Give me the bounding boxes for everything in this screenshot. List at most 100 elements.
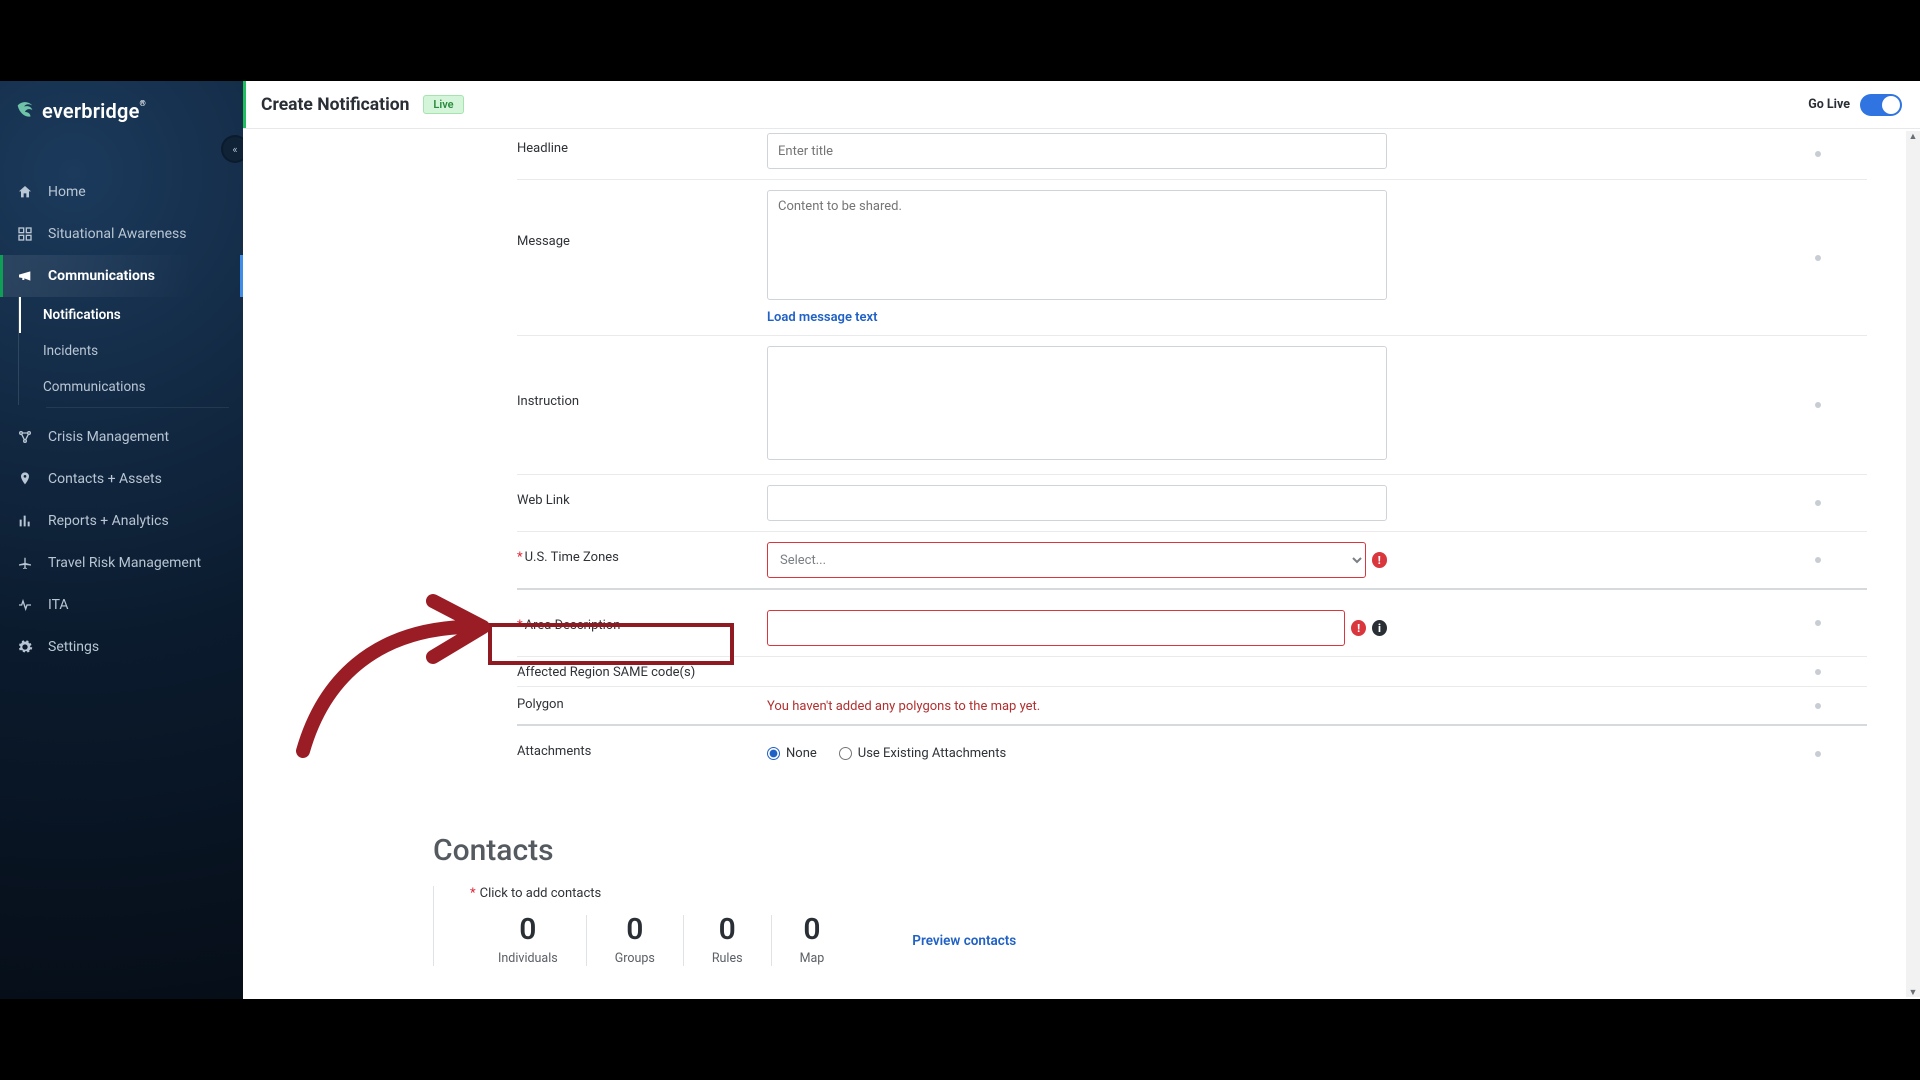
row-status-dot — [1815, 557, 1821, 563]
chart-icon — [16, 512, 34, 530]
nav-label: Reports + Analytics — [48, 513, 169, 529]
message-label: Message — [517, 234, 570, 249]
headline-input[interactable] — [767, 133, 1387, 169]
pulse-icon — [16, 596, 34, 614]
sidebar-item-situational[interactable]: Situational Awareness — [0, 213, 243, 255]
timezones-select[interactable]: Select... — [767, 542, 1366, 578]
stat-label: Map — [800, 951, 825, 966]
row-status-dot — [1815, 151, 1821, 157]
same-codes-label: Affected Region SAME code(s) — [517, 665, 695, 680]
load-message-link[interactable]: Load message text — [767, 310, 877, 325]
message-textarea[interactable] — [767, 190, 1387, 300]
nav-label: Home — [48, 184, 86, 200]
weblink-input[interactable] — [767, 485, 1387, 521]
sidebar-item-crisis[interactable]: Crisis Management — [0, 416, 243, 458]
top-bar: Create Notification Live Go Live — [243, 81, 1920, 129]
scrollbar[interactable]: ▲ ▼ — [1906, 129, 1920, 999]
nav-label: Crisis Management — [48, 429, 169, 445]
nav-label: Settings — [48, 639, 99, 655]
nav-label: Travel Risk Management — [48, 555, 201, 571]
sidebar-sub-communications[interactable]: Communications — [19, 369, 243, 405]
stat-rules[interactable]: 0 Rules — [684, 915, 772, 966]
sidebar-sub-incidents[interactable]: Incidents — [19, 333, 243, 369]
nav-label: Notifications — [43, 307, 121, 323]
attachments-existing-option[interactable]: Use Existing Attachments — [839, 746, 1006, 761]
go-live-toggle[interactable] — [1860, 94, 1902, 116]
sidebar-item-contacts[interactable]: Contacts + Assets — [0, 458, 243, 500]
contacts-section: Contacts Click to add contacts 0 Individ… — [433, 833, 1920, 966]
row-status-dot — [1815, 751, 1821, 757]
instruction-textarea[interactable] — [767, 346, 1387, 460]
brand-name: everbridge® — [42, 99, 146, 123]
row-status-dot — [1815, 620, 1821, 626]
app-window: everbridge® « Home Situational Awareness… — [0, 81, 1920, 999]
instruction-label: Instruction — [517, 394, 579, 409]
attachments-none-radio[interactable] — [767, 747, 780, 760]
live-badge: Live — [423, 95, 463, 114]
stat-label: Rules — [712, 951, 743, 966]
weblink-label: Web Link — [517, 493, 570, 508]
scroll-down-icon[interactable]: ▼ — [1908, 987, 1918, 997]
stat-label: Groups — [615, 951, 655, 966]
stat-value: 0 — [498, 915, 558, 945]
row-status-dot — [1815, 500, 1821, 506]
row-status-dot — [1815, 402, 1821, 408]
nav-label: Communications — [43, 379, 146, 395]
nav-label: Incidents — [43, 343, 98, 359]
sidebar-item-home[interactable]: Home — [0, 171, 243, 213]
radio-label: Use Existing Attachments — [858, 746, 1006, 761]
row-status-dot — [1815, 255, 1821, 261]
attachments-existing-radio[interactable] — [839, 747, 852, 760]
dashboard-icon — [16, 225, 34, 243]
row-status-dot — [1815, 703, 1821, 709]
stat-value: 0 — [800, 915, 825, 945]
scroll-up-icon[interactable]: ▲ — [1908, 131, 1918, 141]
go-live-label: Go Live — [1808, 97, 1850, 112]
gear-icon — [16, 638, 34, 656]
preview-contacts-link[interactable]: Preview contacts — [912, 933, 1016, 949]
stat-groups[interactable]: 0 Groups — [587, 915, 684, 966]
error-icon: ! — [1351, 620, 1366, 636]
stat-map[interactable]: 0 Map — [772, 915, 853, 966]
notification-form: Headline Message Load message text — [517, 129, 1867, 781]
contacts-hint: Click to add contacts — [470, 886, 601, 901]
sidebar-nav: Home Situational Awareness Communication… — [0, 171, 243, 668]
sidebar-item-reports[interactable]: Reports + Analytics — [0, 500, 243, 542]
sidebar-item-settings[interactable]: Settings — [0, 626, 243, 668]
contacts-heading: Contacts — [433, 833, 1920, 868]
area-label: Area Description — [517, 618, 620, 633]
nav-label: Situational Awareness — [48, 226, 187, 242]
sidebar-item-ita[interactable]: ITA — [0, 584, 243, 626]
info-icon[interactable]: i — [1372, 620, 1387, 636]
error-icon: ! — [1372, 552, 1387, 568]
network-icon — [16, 428, 34, 446]
nav-label: Contacts + Assets — [48, 471, 162, 487]
sidebar-sub-notifications[interactable]: Notifications — [19, 297, 243, 333]
megaphone-icon — [16, 267, 34, 285]
stat-value: 0 — [712, 915, 743, 945]
brand-logo: everbridge® — [0, 81, 243, 133]
radio-label: None — [786, 746, 817, 761]
page-title: Create Notification — [261, 95, 409, 115]
polygon-label: Polygon — [517, 697, 564, 712]
plane-icon — [16, 554, 34, 572]
sidebar-sub-communications: Notifications Incidents Communications — [18, 297, 243, 405]
attachments-none-option[interactable]: None — [767, 746, 817, 761]
content-area: Headline Message Load message text — [243, 129, 1920, 999]
stat-value: 0 — [615, 915, 655, 945]
home-icon — [16, 183, 34, 201]
sidebar-item-communications[interactable]: Communications — [0, 255, 243, 297]
stat-individuals[interactable]: 0 Individuals — [470, 915, 587, 966]
pin-icon — [16, 470, 34, 488]
timezones-label: U.S. Time Zones — [517, 550, 619, 565]
everbridge-logo-icon — [14, 100, 36, 122]
nav-label: Communications — [48, 268, 155, 284]
headline-label: Headline — [517, 141, 568, 156]
polygon-warning: You haven't added any polygons to the ma… — [767, 693, 1387, 714]
sidebar-item-travel[interactable]: Travel Risk Management — [0, 542, 243, 584]
sidebar: everbridge® « Home Situational Awareness… — [0, 81, 243, 999]
row-status-dot — [1815, 669, 1821, 675]
nav-label: ITA — [48, 597, 69, 613]
stat-label: Individuals — [498, 951, 558, 966]
area-description-input[interactable] — [767, 610, 1345, 646]
